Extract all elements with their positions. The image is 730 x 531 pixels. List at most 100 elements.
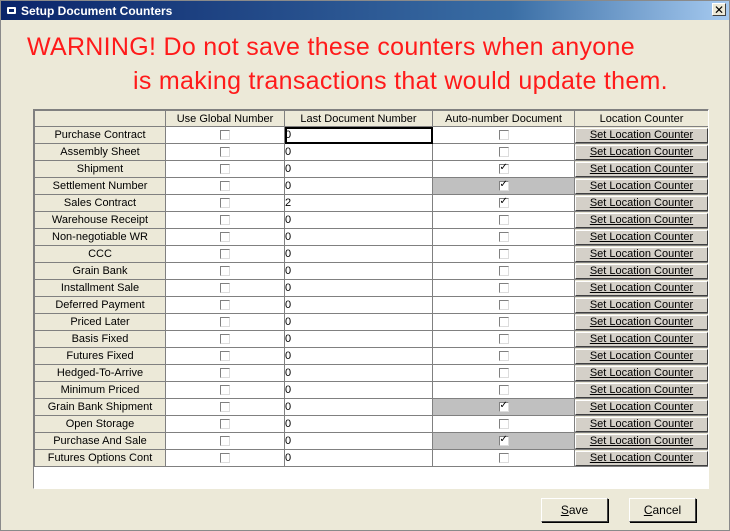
close-button[interactable]: ✕ <box>712 3 726 16</box>
last-number-cell[interactable]: 0 <box>284 432 433 450</box>
last-number-cell[interactable]: 0 <box>284 228 433 246</box>
auto-number-checkbox[interactable] <box>498 368 509 379</box>
auto-number-checkbox[interactable] <box>498 419 509 430</box>
auto-number-cell <box>432 364 575 382</box>
auto-number-checkbox[interactable] <box>498 147 509 158</box>
set-location-counter-button[interactable]: Set Location Counter <box>575 382 708 398</box>
use-global-checkbox[interactable] <box>220 317 230 328</box>
set-location-counter-button[interactable]: Set Location Counter <box>575 314 708 330</box>
use-global-checkbox[interactable] <box>220 249 230 260</box>
table-row: Assembly Sheet 0 Set Location Counter <box>34 143 708 161</box>
auto-number-checkbox[interactable] <box>498 249 509 260</box>
auto-number-checkbox[interactable] <box>498 453 509 464</box>
last-number-cell[interactable]: 0 <box>284 177 433 195</box>
document-counters-grid[interactable]: Use Global Number Last Document Number A… <box>33 109 709 489</box>
use-global-cell <box>165 398 285 416</box>
last-number-cell[interactable]: 0 <box>284 330 433 348</box>
save-button[interactable]: Save <box>541 498 608 522</box>
auto-number-cell <box>432 330 575 348</box>
auto-number-checkbox[interactable] <box>498 317 509 328</box>
auto-number-checkbox[interactable] <box>498 164 509 175</box>
auto-number-checkbox[interactable] <box>498 130 509 141</box>
set-location-counter-button[interactable]: Set Location Counter <box>575 195 708 211</box>
use-global-checkbox[interactable] <box>220 351 230 362</box>
set-location-counter-button[interactable]: Set Location Counter <box>575 416 708 432</box>
use-global-checkbox[interactable] <box>220 368 230 379</box>
last-number-cell[interactable]: 0 <box>284 143 433 161</box>
set-location-counter-button[interactable]: Set Location Counter <box>575 229 708 245</box>
auto-number-checkbox[interactable] <box>498 300 509 311</box>
set-location-counter-button[interactable]: Set Location Counter <box>575 399 708 415</box>
set-location-counter-button[interactable]: Set Location Counter <box>575 331 708 347</box>
last-number-cell[interactable]: 0 <box>284 364 433 382</box>
use-global-cell <box>165 143 285 161</box>
use-global-checkbox[interactable] <box>220 334 230 345</box>
last-number-cell[interactable]: 2 <box>284 194 433 212</box>
set-location-counter-button[interactable]: Set Location Counter <box>575 433 708 449</box>
set-location-counter-button[interactable]: Set Location Counter <box>575 246 708 262</box>
use-global-checkbox[interactable] <box>220 385 230 396</box>
set-location-counter-button[interactable]: Set Location Counter <box>575 212 708 228</box>
set-location-counter-button[interactable]: Set Location Counter <box>575 161 708 177</box>
use-global-checkbox[interactable] <box>220 300 230 311</box>
use-global-checkbox[interactable] <box>220 266 230 277</box>
auto-number-checkbox[interactable] <box>498 232 509 243</box>
row-header: Purchase Contract <box>34 126 166 144</box>
last-number-cell[interactable]: 0 <box>284 245 433 263</box>
last-number-cell[interactable]: 0 <box>284 313 433 331</box>
last-number-cell[interactable]: 0 <box>284 279 433 297</box>
auto-number-checkbox[interactable] <box>498 215 509 226</box>
set-location-counter-button[interactable]: Set Location Counter <box>575 263 708 279</box>
last-number-cell[interactable]: 0 <box>284 126 433 144</box>
last-number-cell[interactable]: 0 <box>284 211 433 229</box>
title-bar[interactable]: Setup Document Counters ✕ <box>1 1 729 20</box>
set-location-counter-button[interactable]: Set Location Counter <box>575 297 708 313</box>
auto-number-checkbox[interactable] <box>498 351 509 362</box>
auto-number-checkbox[interactable] <box>498 181 509 192</box>
auto-number-cell <box>432 262 575 280</box>
auto-number-checkbox[interactable] <box>498 436 509 447</box>
use-global-checkbox[interactable] <box>220 436 230 447</box>
use-global-checkbox[interactable] <box>220 130 230 141</box>
auto-number-checkbox[interactable] <box>498 266 509 277</box>
use-global-checkbox[interactable] <box>220 283 230 294</box>
use-global-checkbox[interactable] <box>220 164 230 175</box>
last-number-cell[interactable]: 0 <box>284 296 433 314</box>
last-number-cell[interactable]: 0 <box>284 347 433 365</box>
set-location-counter-button[interactable]: Set Location Counter <box>575 280 708 296</box>
row-header: Futures Options Cont <box>34 449 166 467</box>
set-location-counter-button[interactable]: Set Location Counter <box>575 144 708 160</box>
use-global-checkbox[interactable] <box>220 147 230 158</box>
location-counter-cell: Set Location Counter <box>574 432 708 450</box>
set-location-counter-button[interactable]: Set Location Counter <box>575 365 708 381</box>
set-location-counter-button[interactable]: Set Location Counter <box>575 348 708 364</box>
set-location-counter-button[interactable]: Set Location Counter <box>575 178 708 194</box>
location-counter-cell: Set Location Counter <box>574 177 708 195</box>
last-number-cell[interactable]: 0 <box>284 415 433 433</box>
auto-number-checkbox[interactable] <box>498 198 509 209</box>
last-number-cell[interactable]: 0 <box>284 262 433 280</box>
use-global-checkbox[interactable] <box>220 181 230 192</box>
use-global-cell <box>165 194 285 212</box>
cancel-button[interactable]: Cancel <box>629 498 696 522</box>
last-number-cell[interactable]: 0 <box>284 381 433 399</box>
use-global-cell <box>165 245 285 263</box>
last-number-cell[interactable]: 0 <box>284 160 433 178</box>
auto-number-checkbox[interactable] <box>498 385 509 396</box>
use-global-checkbox[interactable] <box>220 232 230 243</box>
set-location-counter-button[interactable]: Set Location Counter <box>575 127 708 143</box>
use-global-checkbox[interactable] <box>220 198 230 209</box>
auto-number-checkbox[interactable] <box>498 283 509 294</box>
auto-number-cell <box>432 398 575 416</box>
use-global-checkbox[interactable] <box>220 215 230 226</box>
use-global-checkbox[interactable] <box>220 453 230 464</box>
auto-number-checkbox[interactable] <box>498 334 509 345</box>
use-global-checkbox[interactable] <box>220 419 230 430</box>
location-counter-cell: Set Location Counter <box>574 211 708 229</box>
auto-number-checkbox[interactable] <box>498 402 509 413</box>
last-number-cell[interactable]: 0 <box>284 449 433 467</box>
set-location-counter-button[interactable]: Set Location Counter <box>575 450 708 466</box>
last-number-cell[interactable]: 0 <box>284 398 433 416</box>
auto-number-cell <box>432 245 575 263</box>
use-global-checkbox[interactable] <box>220 402 230 413</box>
